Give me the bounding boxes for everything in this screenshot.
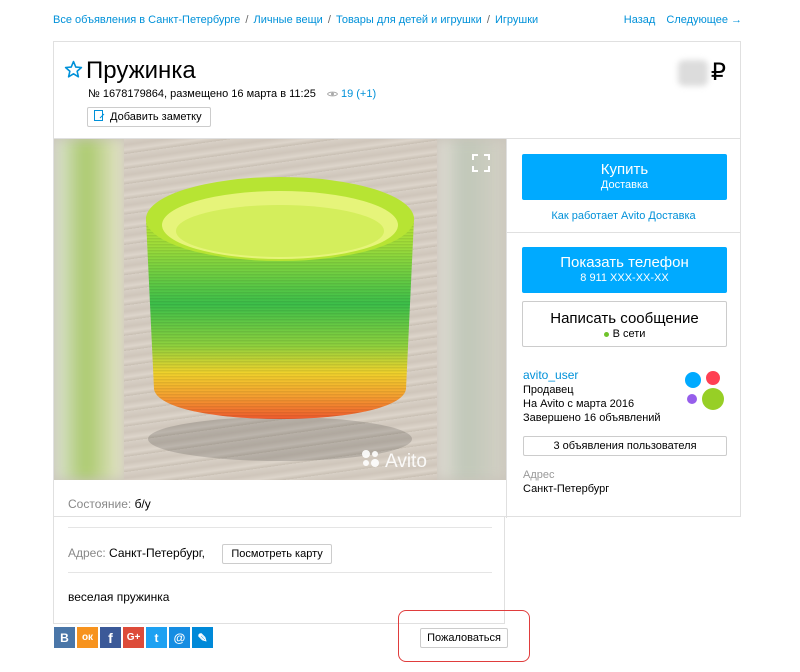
condition-row: Состояние: б/у [68, 497, 492, 511]
next-link[interactable]: Следующее → [666, 14, 742, 26]
phone-masked: 8 911 XXX-XX-XX [580, 272, 669, 284]
avito-watermark: Avito [361, 449, 427, 475]
online-dot-icon [603, 331, 609, 337]
add-note-label: Добавить заметку [110, 111, 202, 123]
breadcrumb: Все объявления в Санкт-Петербурге / Личн… [53, 14, 538, 26]
listing-photo[interactable]: Avito [54, 139, 506, 480]
photo-blur-left [54, 139, 124, 480]
mail-icon[interactable]: @ [169, 627, 190, 648]
twitter-icon[interactable]: t [146, 627, 167, 648]
add-note-button[interactable]: Добавить заметку [87, 107, 211, 127]
online-status-text: В сети [612, 328, 646, 340]
price: ₽ [677, 58, 726, 87]
buy-button[interactable]: Купить Доставка [522, 154, 727, 200]
listing-header: Пружинка № 1678179864, размещено 16 март… [54, 42, 740, 139]
delivery-info-link[interactable]: Как работает Avito Доставка [507, 210, 740, 222]
page-title: Пружинка [86, 57, 196, 84]
breadcrumb-item-toys[interactable]: Игрушки [495, 14, 538, 26]
seller-role: Продавец [523, 384, 574, 396]
google-plus-icon[interactable]: G+ [123, 627, 144, 648]
buy-label: Купить [600, 161, 649, 178]
breadcrumb-separator: / [327, 14, 331, 26]
condition-value: б/у [134, 497, 151, 511]
breadcrumb-item-personal[interactable]: Личные вещи [254, 14, 323, 26]
write-message-button[interactable]: Написать сообщение В сети [522, 301, 727, 347]
breadcrumb-item-kids[interactable]: Товары для детей и игрушки [336, 14, 482, 26]
seller-completed: Завершено 16 объявлений [523, 412, 661, 424]
divider [507, 232, 740, 233]
facebook-icon[interactable]: f [100, 627, 121, 648]
seller-address-label: Адрес [523, 469, 555, 481]
listing-meta: № 1678179864, размещено 16 марта в 11:25… [88, 88, 376, 100]
seller-since: На Avito с марта 2016 [523, 398, 635, 410]
buy-sublabel: Доставка [600, 179, 649, 191]
share-buttons: В ок f G+ t @ ✎ [54, 627, 213, 648]
show-phone-button[interactable]: Показать телефон 8 911 XXX-XX-XX [522, 247, 727, 293]
odnoklassniki-icon[interactable]: ок [77, 627, 98, 648]
seller-listings-button[interactable]: 3 объявления пользователя [523, 436, 727, 456]
slinky-toy-image [146, 177, 414, 461]
breadcrumb-separator: / [245, 14, 249, 26]
views-count[interactable]: 19 (+1) [341, 88, 376, 100]
online-status: В сети [523, 328, 726, 340]
divider [68, 572, 492, 573]
back-link[interactable]: Назад [624, 14, 656, 26]
listing-number-date: № 1678179864, размещено 16 марта в 11:25 [88, 88, 316, 100]
avito-logo-icon [361, 449, 381, 475]
seller-info: avito_user Продавец На Avito с марта 201… [523, 368, 661, 425]
condition-label: Состояние: [68, 497, 132, 511]
breadcrumb-item-all[interactable]: Все объявления в Санкт-Петербурге [53, 14, 240, 26]
seller-address-value: Санкт-Петербург [523, 483, 610, 495]
top-navigation: Назад Следующее → [624, 14, 742, 26]
description-block: веселая пружинка [53, 517, 505, 624]
avatar[interactable] [683, 369, 729, 415]
seller-name-link[interactable]: avito_user [523, 368, 578, 382]
livejournal-icon[interactable]: ✎ [192, 627, 213, 648]
photo-image [124, 139, 437, 480]
breadcrumb-separator: / [486, 14, 490, 26]
show-phone-label: Показать телефон [560, 254, 689, 271]
description-text: веселая пружинка [68, 590, 170, 604]
sidebar: Купить Доставка Как работает Avito Доста… [506, 139, 740, 518]
price-value-blurred [677, 59, 708, 86]
photo-blur-right [437, 139, 506, 480]
vk-icon[interactable]: В [54, 627, 75, 648]
favorite-star-icon[interactable] [64, 60, 83, 84]
price-currency: ₽ [710, 59, 726, 86]
eye-icon [326, 88, 341, 100]
note-icon [94, 109, 105, 125]
listing-card: Пружинка № 1678179864, размещено 16 март… [53, 41, 741, 564]
write-message-label: Написать сообщение [550, 310, 699, 327]
report-button[interactable]: Пожаловаться [420, 628, 508, 648]
watermark-text: Avito [385, 451, 427, 472]
fullscreen-icon[interactable] [472, 154, 490, 177]
